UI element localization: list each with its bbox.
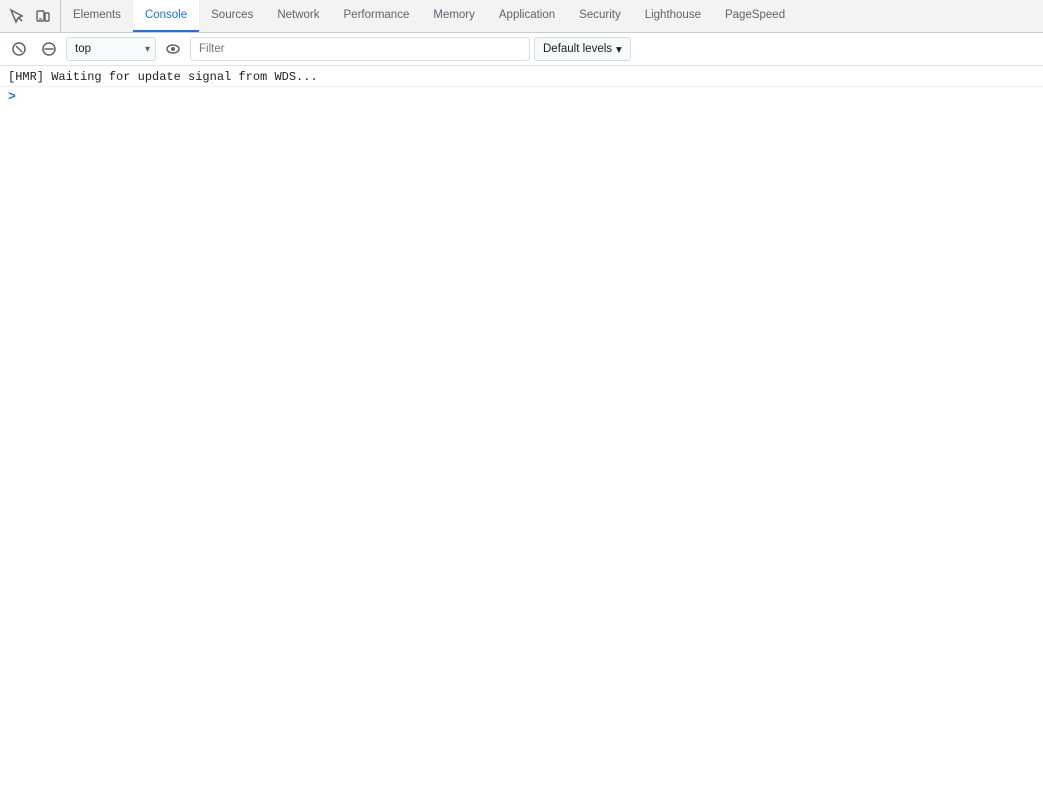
tab-bar: Elements Console Sources Network Perform… xyxy=(0,0,1043,33)
device-icon xyxy=(35,8,51,24)
cursor-icon xyxy=(9,8,25,24)
levels-chevron-icon: ▾ xyxy=(616,42,622,56)
tab-pagespeed[interactable]: PageSpeed xyxy=(713,0,797,32)
console-output: [HMR] Waiting for update signal from WDS… xyxy=(0,66,1043,787)
tab-memory[interactable]: Memory xyxy=(421,0,487,32)
console-log-line: [HMR] Waiting for update signal from WDS… xyxy=(0,68,1043,87)
block-icon xyxy=(41,41,57,57)
levels-dropdown-button[interactable]: Default levels ▾ xyxy=(534,37,631,61)
tab-lighthouse[interactable]: Lighthouse xyxy=(633,0,713,32)
tab-security[interactable]: Security xyxy=(567,0,633,32)
tab-elements[interactable]: Elements xyxy=(61,0,133,32)
clear-console-button[interactable] xyxy=(6,36,32,62)
tab-application[interactable]: Application xyxy=(487,0,567,32)
clear-icon xyxy=(11,41,27,57)
main-content: top ▾ Default levels ▾ [HMR] Waiting for… xyxy=(0,33,1043,787)
devtools-icons xyxy=(0,0,61,32)
eye-icon xyxy=(165,41,181,57)
tab-performance[interactable]: Performance xyxy=(332,0,422,32)
tab-console[interactable]: Console xyxy=(133,0,199,32)
console-prompt-chevron[interactable]: > xyxy=(8,89,16,104)
tab-network[interactable]: Network xyxy=(265,0,331,32)
console-prompt-line: > xyxy=(0,87,1043,106)
context-selector-wrapper: top ▾ xyxy=(66,37,156,61)
console-toolbar: top ▾ Default levels ▾ xyxy=(0,33,1043,66)
tab-sources[interactable]: Sources xyxy=(199,0,265,32)
live-expressions-button[interactable] xyxy=(160,36,186,62)
device-toggle-button[interactable] xyxy=(32,5,54,27)
block-requests-button[interactable] xyxy=(36,36,62,62)
inspect-element-button[interactable] xyxy=(6,5,28,27)
context-selector[interactable]: top xyxy=(66,37,156,61)
filter-input[interactable] xyxy=(190,37,530,61)
